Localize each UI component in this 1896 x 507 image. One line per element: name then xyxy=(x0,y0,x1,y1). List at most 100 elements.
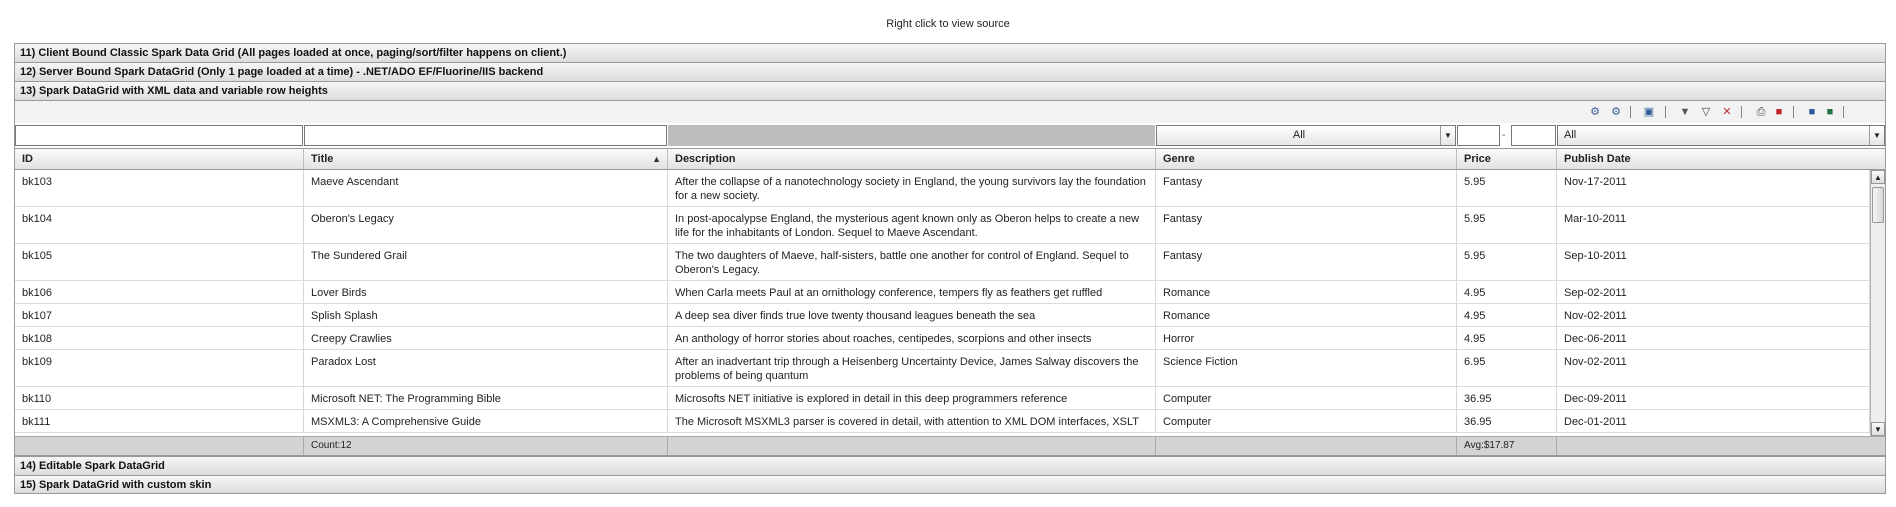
print-preview-icon[interactable]: ▣ xyxy=(1642,105,1656,119)
cell-price: 4.95 xyxy=(1457,281,1557,303)
price-max-input[interactable] xyxy=(1511,125,1556,146)
column-header-price[interactable]: Price xyxy=(1457,149,1557,169)
cell-price: 4.95 xyxy=(1457,304,1557,326)
print-icon[interactable]: ⎙ xyxy=(1754,105,1768,119)
cell-description: The two daughters of Maeve, half-sisters… xyxy=(668,244,1156,280)
settings-icon[interactable]: ⚙ xyxy=(1588,105,1602,119)
cell-title: The Sundered Grail xyxy=(304,244,668,280)
cell-title: Lover Birds xyxy=(304,281,668,303)
cell-description: Microsofts NET initiative is explored in… xyxy=(668,387,1156,409)
save-settings-icon[interactable]: ⚙ xyxy=(1609,105,1623,119)
accordion-bottom: 14) Editable Spark DataGrid 15) Spark Da… xyxy=(14,456,1886,494)
cell-genre: Science Fiction xyxy=(1156,350,1457,386)
cell-description: A deep sea diver finds true love twenty … xyxy=(668,304,1156,326)
date-filter-select[interactable]: All ▼ xyxy=(1557,125,1885,146)
cell-title: Maeve Ascendant xyxy=(304,170,668,206)
description-filter-disabled xyxy=(668,125,1155,146)
cell-id: bk110 xyxy=(15,387,304,409)
cell-publish-date: Nov-02-2011 xyxy=(1557,304,1870,326)
genre-filter-select[interactable]: All ▼ xyxy=(1156,125,1456,146)
cell-publish-date: Dec-01-2011 xyxy=(1557,410,1870,432)
table-row[interactable]: bk109 Paradox Lost After an inadvertant tr… xyxy=(15,350,1870,387)
column-header-publish-date[interactable]: Publish Date xyxy=(1557,149,1885,169)
accordion-header-12[interactable]: 12) Server Bound Spark DataGrid (Only 1 … xyxy=(14,62,1886,81)
column-header-id[interactable]: ID xyxy=(15,149,304,169)
cell-description: An anthology of horror stories about roa… xyxy=(668,327,1156,349)
cell-price: 36.95 xyxy=(1457,387,1557,409)
cell-publish-date: Sep-02-2011 xyxy=(1557,281,1870,303)
column-header-label: Description xyxy=(675,153,736,165)
cell-title: Microsoft NET: The Programming Bible xyxy=(304,387,668,409)
cell-title: Splish Splash xyxy=(304,304,668,326)
accordion-header-11[interactable]: 11) Client Bound Classic Spark Data Grid… xyxy=(14,43,1886,62)
cell-id: bk107 xyxy=(15,304,304,326)
column-header-genre[interactable]: Genre xyxy=(1156,149,1457,169)
cell-publish-date: Dec-06-2011 xyxy=(1557,327,1870,349)
cell-id: bk108 xyxy=(15,327,304,349)
scroll-up-icon[interactable]: ▲ xyxy=(1871,170,1885,184)
chevron-down-icon: ▼ xyxy=(1440,126,1455,145)
accordion-header-13[interactable]: 13) Spark DataGrid with XML data and var… xyxy=(14,81,1886,100)
table-row[interactable]: bk103 Maeve Ascendant After the collapse o… xyxy=(15,170,1870,207)
cell-price: 5.95 xyxy=(1457,244,1557,280)
cell-description: After the collapse of a nanotechnology s… xyxy=(668,170,1156,206)
cell-publish-date: Dec-09-2011 xyxy=(1557,387,1870,409)
table-row[interactable]: bk107 Splish Splash A deep sea diver finds… xyxy=(15,304,1870,327)
cell-description: In post-apocalypse England, the mysterio… xyxy=(668,207,1156,243)
column-header-title[interactable]: Title ▲ xyxy=(304,149,668,169)
scroll-down-icon[interactable]: ▼ xyxy=(1871,422,1885,436)
table-row[interactable]: bk105 The Sundered Grail The two daughters… xyxy=(15,244,1870,281)
word-icon[interactable]: ■ xyxy=(1805,105,1819,119)
toolbar-divider xyxy=(1793,106,1794,118)
cell-publish-date: Sep-10-2011 xyxy=(1557,244,1870,280)
cell-description: After an inadvertant trip through a Heis… xyxy=(668,350,1156,386)
filter-icon[interactable]: ▼ xyxy=(1678,105,1692,119)
cell-genre: Horror xyxy=(1156,327,1457,349)
date-filter-value: All xyxy=(1564,129,1577,141)
accordion-header-15[interactable]: 15) Spark DataGrid with custom skin xyxy=(14,475,1886,494)
pdf-icon[interactable]: ■ xyxy=(1772,105,1786,119)
column-header-label: Title xyxy=(311,153,334,165)
clear-filter-icon[interactable]: ✕ xyxy=(1720,105,1734,119)
toolbar-divider xyxy=(1630,106,1631,118)
cell-price: 6.95 xyxy=(1457,350,1557,386)
cell-genre: Computer xyxy=(1156,387,1457,409)
cell-id: bk109 xyxy=(15,350,304,386)
cell-id: bk105 xyxy=(15,244,304,280)
table-row[interactable]: bk106 Lover Birds When Carla meets Paul at… xyxy=(15,281,1870,304)
cell-publish-date: Nov-02-2011 xyxy=(1557,350,1870,386)
table-row[interactable]: bk108 Creepy Crawlies An anthology of horr… xyxy=(15,327,1870,350)
price-range-separator: - xyxy=(1502,130,1506,141)
excel-icon[interactable]: ■ xyxy=(1823,105,1837,119)
cell-genre: Fantasy xyxy=(1156,207,1457,243)
cell-description: The Microsoft MSXML3 parser is covered i… xyxy=(668,410,1156,432)
vertical-scrollbar[interactable]: ▲ ▼ xyxy=(1870,170,1885,436)
cell-publish-date: Mar-10-2011 xyxy=(1557,207,1870,243)
column-header-row: ID Title ▲ Description Genre Price Publis… xyxy=(15,148,1885,170)
grid-body: bk103 Maeve Ascendant After the collapse o… xyxy=(15,170,1870,436)
cell-title: Oberon's Legacy xyxy=(304,207,668,243)
sort-ascending-icon: ▲ xyxy=(652,154,661,164)
id-filter-input[interactable] xyxy=(15,125,303,146)
summary-footer: Count:12 Avg:$17.87 xyxy=(15,436,1885,455)
view-source-note: Right click to view source xyxy=(886,18,1010,30)
cell-description: When Carla meets Paul at an ornithology … xyxy=(668,281,1156,303)
table-row[interactable]: bk111 MSXML3: A Comprehensive Guide The Mi… xyxy=(15,410,1870,433)
accordion-header-14[interactable]: 14) Editable Spark DataGrid xyxy=(14,456,1886,475)
cell-publish-date: Nov-17-2011 xyxy=(1557,170,1870,206)
price-min-input[interactable] xyxy=(1457,125,1500,146)
table-row[interactable]: bk110 Microsoft NET: The Programming Bibl… xyxy=(15,387,1870,410)
cell-price: 36.95 xyxy=(1457,410,1557,432)
cell-id: bk106 xyxy=(15,281,304,303)
table-row[interactable]: bk104 Oberon's Legacy In post-apocalypse E… xyxy=(15,207,1870,244)
run-filter-icon[interactable]: ▽ xyxy=(1699,105,1713,119)
column-header-label: ID xyxy=(22,153,33,165)
title-filter-input[interactable] xyxy=(304,125,667,146)
grid-toolbar: ⚙ ⚙ ▣ ▼ ▽ ✕ ⎙ ■ ■ ■ xyxy=(15,101,1885,123)
scroll-thumb[interactable] xyxy=(1872,187,1884,223)
cell-id: bk103 xyxy=(15,170,304,206)
cell-title: Paradox Lost xyxy=(304,350,668,386)
toolbar-divider xyxy=(1741,106,1742,118)
footer-cell-description xyxy=(668,437,1156,455)
column-header-description[interactable]: Description xyxy=(668,149,1156,169)
